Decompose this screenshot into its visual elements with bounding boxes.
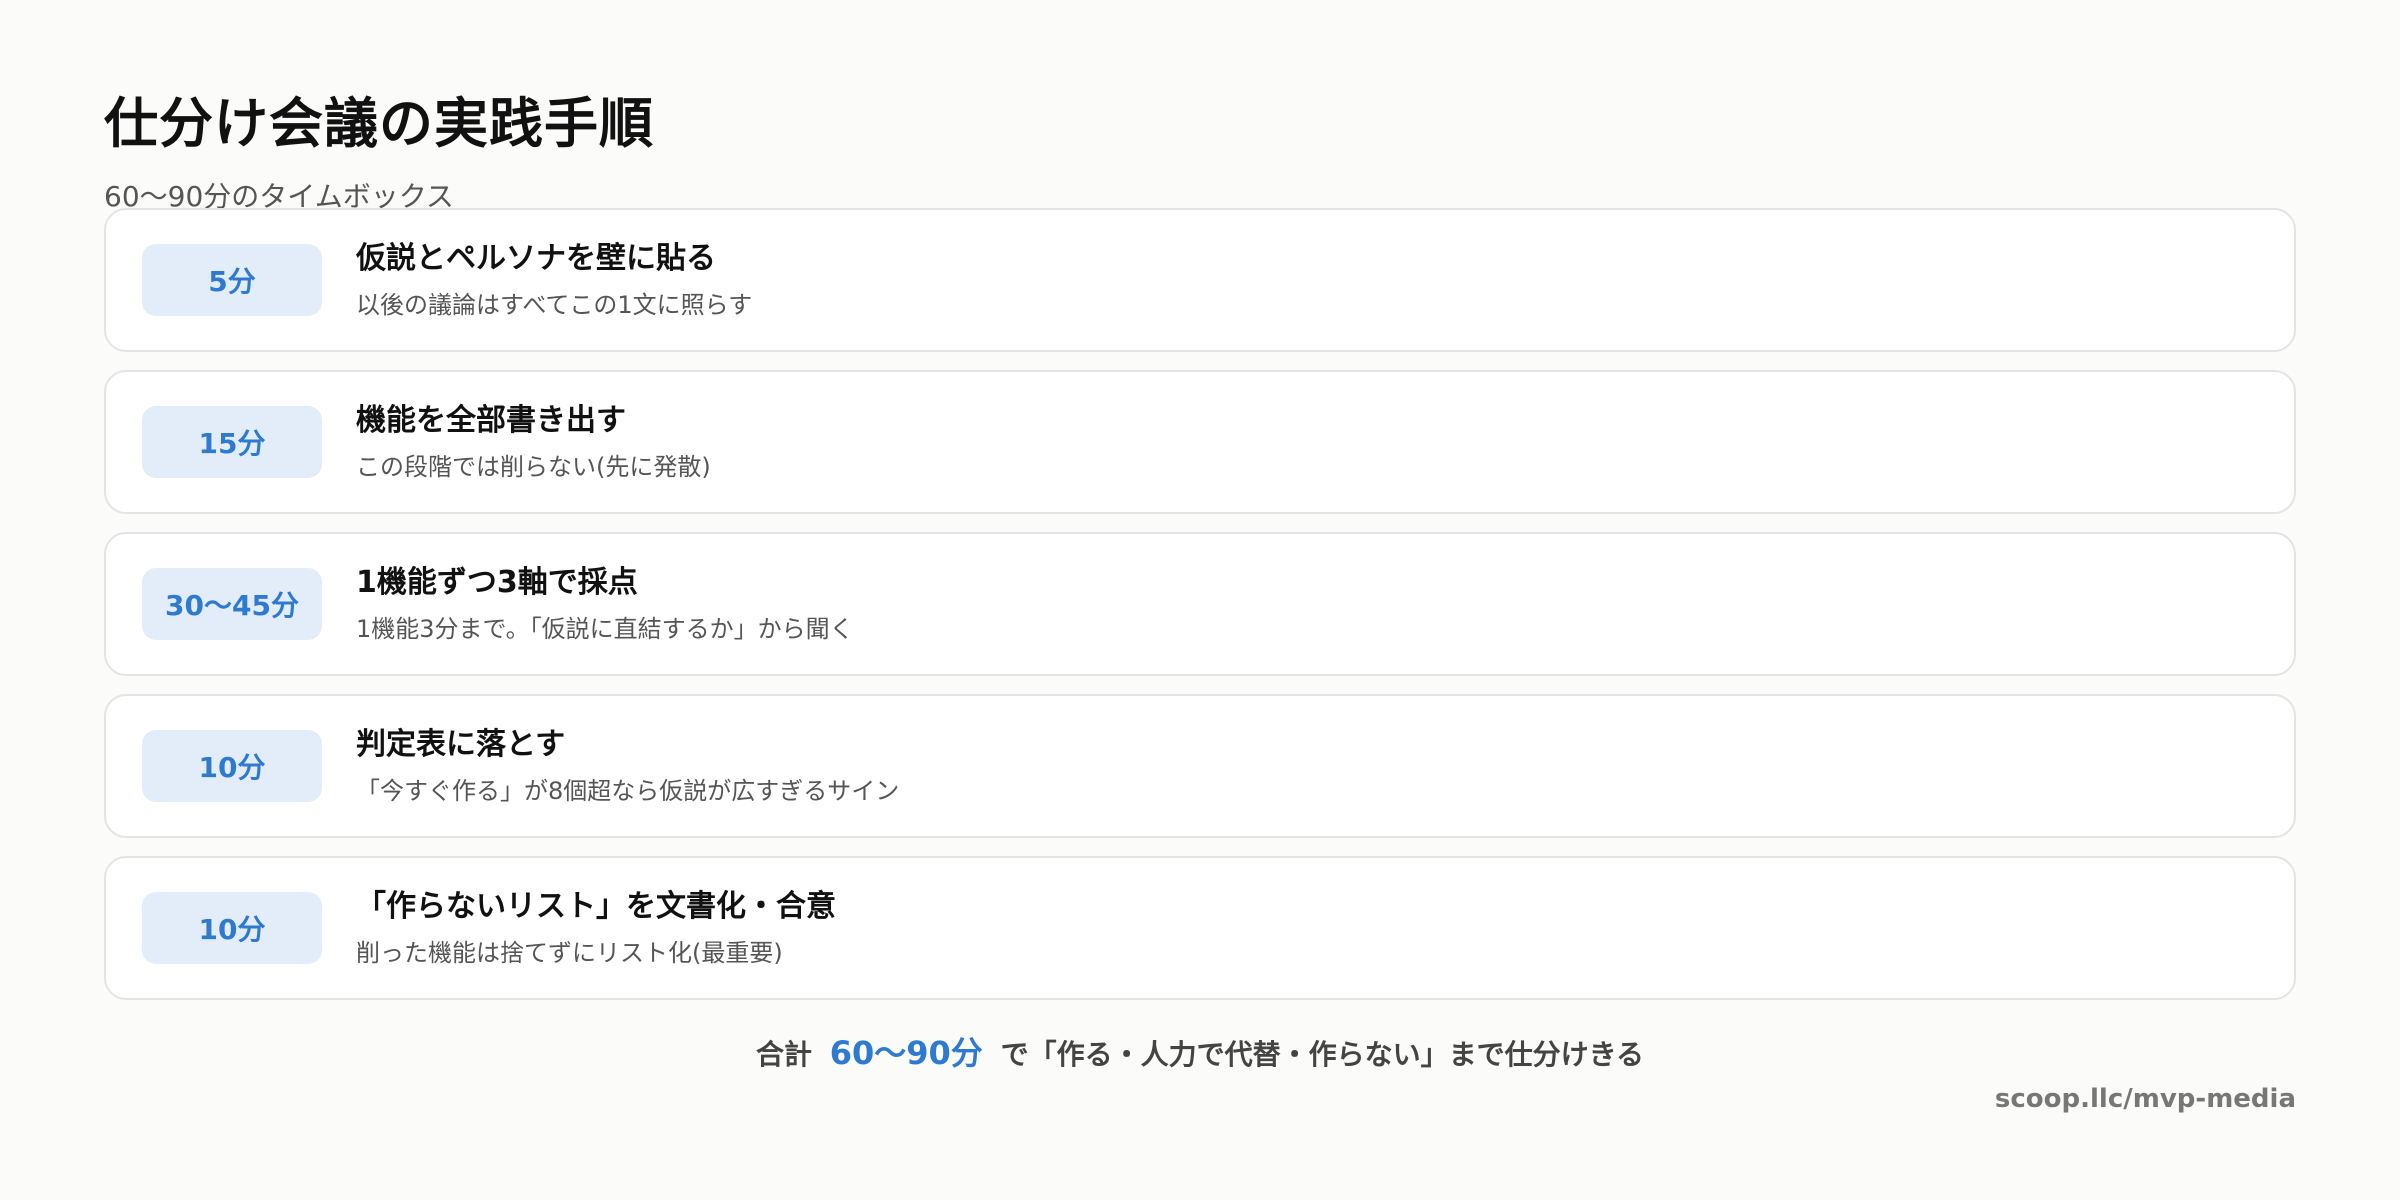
- step-time-badge: 15分: [142, 406, 322, 478]
- step-card-4: 10分 判定表に落とす 「今すぐ作る」が8個超なら仮説が広すぎるサイン: [104, 694, 2296, 838]
- step-description: 1機能3分まで。「仮説に直結するか」から聞く: [356, 614, 854, 643]
- step-title: 仮説とペルソナを壁に貼る: [356, 240, 716, 276]
- step-title: 「作らないリスト」を文書化・合意: [356, 888, 836, 924]
- summary-prefix: 合計: [755, 1038, 812, 1071]
- summary-suffix: で「作る・人力で代替・作らない」まで仕分けきる: [1000, 1038, 1645, 1071]
- step-text: 判定表に落とす 「今すぐ作る」が8個超なら仮説が広すぎるサイン: [356, 725, 899, 807]
- step-card-3: 30〜45分 1機能ずつ3軸で採点 1機能3分まで。「仮説に直結するか」から聞く: [104, 532, 2296, 676]
- steps-list: 5分 仮説とペルソナを壁に貼る 以後の議論はすべてこの1文に照らす 15分 機能…: [104, 208, 2296, 1018]
- step-time-badge: 10分: [142, 730, 322, 802]
- step-time-badge: 10分: [142, 892, 322, 964]
- step-text: 仮説とペルソナを壁に貼る 以後の議論はすべてこの1文に照らす: [356, 239, 752, 321]
- summary-line: 合計 60〜90分 で「作る・人力で代替・作らない」まで仕分けきる: [0, 1028, 2400, 1074]
- step-time-badge: 5分: [142, 244, 322, 316]
- step-card-5: 10分 「作らないリスト」を文書化・合意 削った機能は捨てずにリスト化(最重要): [104, 856, 2296, 1000]
- step-text: 1機能ずつ3軸で採点 1機能3分まで。「仮説に直結するか」から聞く: [356, 563, 854, 645]
- step-card-2: 15分 機能を全部書き出す この段階では削らない(先に発散): [104, 370, 2296, 514]
- step-description: 削った機能は捨てずにリスト化(最重要): [356, 938, 783, 967]
- step-card-1: 5分 仮説とペルソナを壁に貼る 以後の議論はすべてこの1文に照らす: [104, 208, 2296, 352]
- step-title: 1機能ずつ3軸で採点: [356, 564, 638, 600]
- step-title: 機能を全部書き出す: [356, 402, 626, 438]
- step-description: 以後の議論はすべてこの1文に照らす: [356, 290, 753, 319]
- step-text: 「作らないリスト」を文書化・合意 削った機能は捨てずにリスト化(最重要): [356, 887, 836, 969]
- summary-total-time: 60〜90分: [829, 1034, 983, 1072]
- step-title: 判定表に落とす: [356, 726, 566, 762]
- page-title: 仕分け会議の実践手順: [104, 92, 654, 155]
- step-text: 機能を全部書き出す この段階では削らない(先に発散): [356, 401, 711, 483]
- step-description: この段階では削らない(先に発散): [356, 452, 711, 481]
- step-time-badge: 30〜45分: [142, 568, 322, 640]
- source-url: scoop.llc/mvp-media: [1994, 1084, 2296, 1114]
- step-description: 「今すぐ作る」が8個超なら仮説が広すぎるサイン: [356, 776, 900, 805]
